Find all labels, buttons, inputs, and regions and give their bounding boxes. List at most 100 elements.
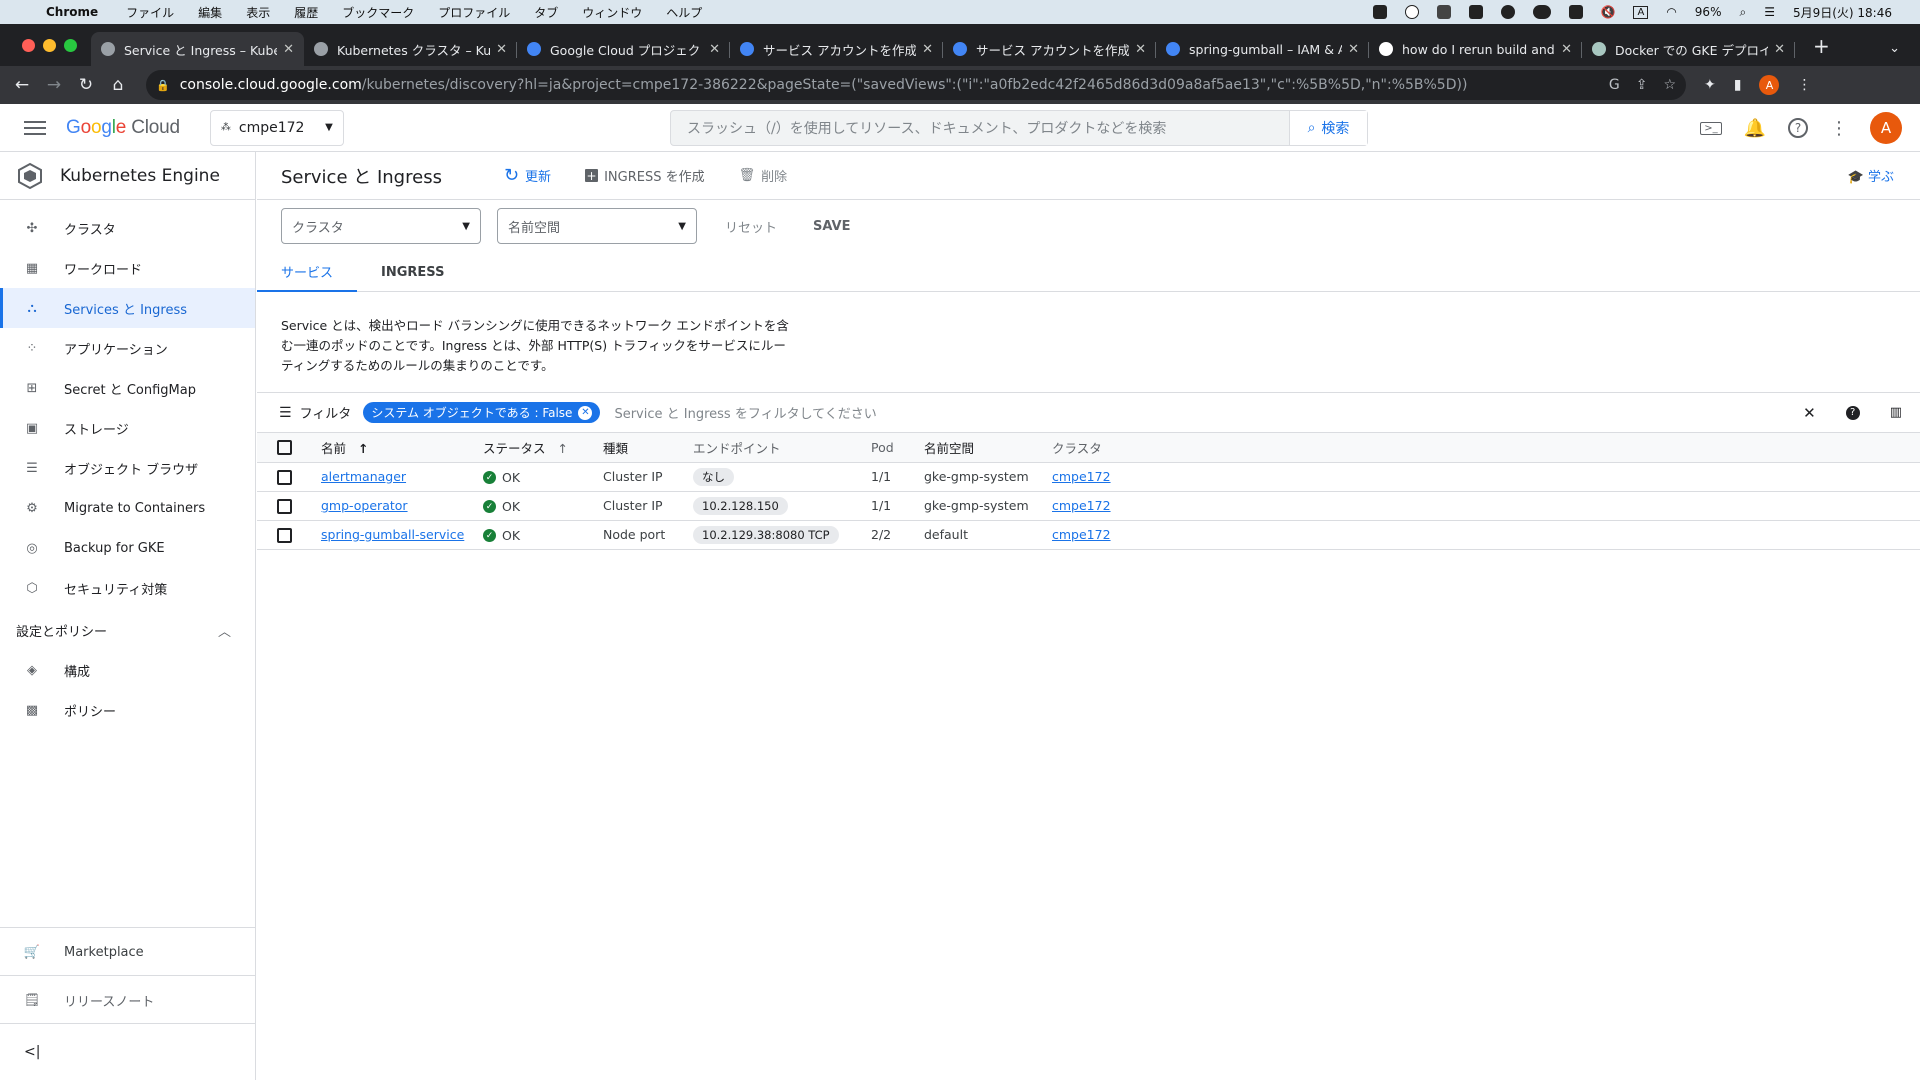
menu-edit[interactable]: 編集 <box>198 4 222 21</box>
back-icon[interactable]: ← <box>6 75 38 95</box>
tab-services[interactable]: サービス <box>257 252 358 292</box>
sidebar-item-marketplace[interactable]: 🛒 Marketplace <box>0 928 256 976</box>
delete-button[interactable]: 🗑 削除 <box>739 166 788 185</box>
profile-avatar[interactable]: A <box>1759 75 1780 95</box>
google-cloud-logo[interactable]: Google Cloud <box>66 117 180 139</box>
home-icon[interactable]: ⌂ <box>102 75 134 95</box>
sidebar-item-config[interactable]: ◈ 構成 <box>0 650 255 690</box>
maximize-window-button[interactable] <box>64 39 77 52</box>
sidebar-item-release-notes[interactable]: 🗒 リリースノート <box>0 976 256 1024</box>
cluster-select[interactable]: クラスタ ▼ <box>281 208 481 244</box>
tab-ingress[interactable]: INGRESS <box>357 252 468 292</box>
learn-button[interactable]: 🎓 学ぶ <box>1848 166 1894 185</box>
hamburger-menu-icon[interactable] <box>24 120 46 135</box>
menu-file[interactable]: ファイル <box>126 4 174 21</box>
help-icon[interactable]: ? <box>1788 118 1808 138</box>
mute-icon[interactable]: 🔇 <box>1601 5 1616 19</box>
close-window-button[interactable] <box>22 39 35 52</box>
browser-tab[interactable]: Service と Ingress – Kuber ✕ <box>91 32 304 66</box>
clear-filter-icon[interactable]: ✕ <box>1803 404 1816 422</box>
search-bar[interactable]: スラッシュ（/）を使用してリソース、ドキュメント、プロダクトなどを検索 ⌕ 検索 <box>670 110 1368 146</box>
collapse-nav-icon[interactable]: <| <box>24 1044 40 1060</box>
menu-bookmarks[interactable]: ブックマーク <box>342 4 414 21</box>
filter-label[interactable]: フィルタ <box>300 403 352 422</box>
table-row[interactable]: spring-gumball-service ✓ OK Node port 10.… <box>257 520 1920 550</box>
sidebar-item-secret[interactable]: ⊞ Secret と ConfigMap <box>0 368 255 408</box>
cloud-shell-icon[interactable]: >_ <box>1700 121 1722 135</box>
menu-help[interactable]: ヘルプ <box>666 4 702 21</box>
address-bar[interactable]: 🔒 console.cloud.google.com /kubernetes/d… <box>146 70 1686 100</box>
bookmark-star-icon[interactable]: ☆ <box>1663 77 1676 93</box>
tab-search-chevron-icon[interactable]: ⌄ <box>1889 41 1900 56</box>
sort-arrow-up-icon[interactable]: ↑ <box>358 441 368 456</box>
close-tab-icon[interactable]: ✕ <box>709 42 720 57</box>
wifi-icon[interactable]: ◠ <box>1666 5 1676 19</box>
menu-window[interactable]: ウィンドウ <box>582 4 642 21</box>
col-header-type[interactable]: 種類 <box>603 441 628 456</box>
browser-tab[interactable]: Docker での GKE デプロイの ✕ <box>1582 32 1795 66</box>
side-panel-icon[interactable]: ▮ <box>1734 77 1742 93</box>
chrome-menu-icon[interactable]: ⋮ <box>1797 77 1811 93</box>
status-d-icon[interactable] <box>1404 5 1419 19</box>
save-button[interactable]: SAVE <box>813 219 850 234</box>
close-tab-icon[interactable]: ✕ <box>283 42 294 57</box>
browser-tab[interactable]: サービス アカウントを作成す ✕ <box>730 32 943 66</box>
table-row[interactable]: gmp-operator ✓ OK Cluster IP 10.2.128.150… <box>257 491 1920 521</box>
share-icon[interactable]: ⇪ <box>1636 77 1648 93</box>
row-checkbox[interactable] <box>277 469 292 485</box>
browser-tab[interactable]: Kubernetes クラスタ – Kub ✕ <box>304 32 517 66</box>
weather-icon[interactable] <box>1436 5 1451 19</box>
sidebar-item-cluster[interactable]: ✣ クラスタ <box>0 208 255 248</box>
forward-icon[interactable]: → <box>38 75 70 95</box>
new-tab-button[interactable]: + <box>1813 34 1830 58</box>
minimize-window-button[interactable] <box>43 39 56 52</box>
close-tab-icon[interactable]: ✕ <box>1561 42 1572 57</box>
cloud-icon[interactable] <box>1532 5 1551 19</box>
project-picker[interactable]: ⁂ cmpe172 ▼ <box>209 109 344 146</box>
col-header-name[interactable]: 名前 <box>321 441 346 456</box>
close-tab-icon[interactable]: ✕ <box>1348 42 1359 57</box>
col-header-cluster[interactable]: クラスタ <box>1052 441 1102 456</box>
menu-tab[interactable]: タブ <box>534 4 558 21</box>
column-display-icon[interactable]: ▥ <box>1890 405 1902 420</box>
endpoint-chip[interactable]: 10.2.128.150 <box>693 497 788 515</box>
reset-button[interactable]: リセット <box>725 217 777 236</box>
filter-chip[interactable]: システム オブジェクトである : False ✕ <box>363 402 601 423</box>
sidebar-item-services[interactable]: ⛬ Services と Ingress <box>0 288 255 328</box>
close-tab-icon[interactable]: ✕ <box>496 42 507 57</box>
sidebar-item-apps[interactable]: ⁘ アプリケーション <box>0 328 255 368</box>
close-tab-icon[interactable]: ✕ <box>1774 42 1785 57</box>
search-spotlight-icon[interactable]: ⌕ <box>1739 5 1746 20</box>
col-header-pods[interactable]: Pod <box>871 440 894 455</box>
clock[interactable]: 5月9日(火) 18:46 <box>1793 4 1892 21</box>
sidebar-item-storage[interactable]: ▣ ストレージ <box>0 408 255 448</box>
col-header-namespace[interactable]: 名前空間 <box>924 441 974 456</box>
sidebar-item-workload[interactable]: ▦ ワークロード <box>0 248 255 288</box>
menu-app-name[interactable]: Chrome <box>46 5 98 19</box>
browser-tab[interactable]: spring-gumball – IAM & Ad ✕ <box>1156 32 1369 66</box>
status-c-icon[interactable] <box>1468 5 1483 19</box>
notifications-bell-icon[interactable]: 🔔 <box>1744 118 1766 139</box>
battery-level[interactable]: 96% <box>1695 5 1722 19</box>
endpoint-chip[interactable]: なし <box>693 467 734 486</box>
status-sync-icon[interactable] <box>1500 5 1515 19</box>
table-row[interactable]: alertmanager ✓ OK Cluster IP なし 1/1 gke-g… <box>257 462 1920 492</box>
menu-view[interactable]: 表示 <box>246 4 270 21</box>
service-name-link[interactable]: spring-gumball-service <box>321 527 464 542</box>
search-input[interactable]: スラッシュ（/）を使用してリソース、ドキュメント、プロダクトなどを検索 <box>671 118 1289 138</box>
sidebar-item-migrate[interactable]: ⚙ Migrate to Containers <box>0 488 255 528</box>
menu-profiles[interactable]: プロファイル <box>438 4 510 21</box>
sidebar-item-object-browser[interactable]: ☰ オブジェクト ブラウザ <box>0 448 255 488</box>
browser-tab[interactable]: Google Cloud プロジェクト ✕ <box>517 32 730 66</box>
grid-icon[interactable] <box>1568 5 1583 19</box>
row-checkbox[interactable] <box>277 498 292 514</box>
input-source-icon[interactable]: A <box>1633 5 1649 19</box>
filter-input[interactable]: Service と Ingress をフィルタしてください <box>614 403 876 422</box>
sidebar-item-security[interactable]: ⬡ セキュリティ対策 <box>0 568 255 608</box>
google-lens-icon[interactable]: G <box>1609 77 1620 93</box>
account-avatar[interactable]: A <box>1870 112 1902 144</box>
filter-list-icon[interactable]: ☰ <box>279 405 292 421</box>
help-icon[interactable]: ? <box>1845 405 1860 420</box>
sidebar-item-policy[interactable]: ▩ ポリシー <box>0 690 255 730</box>
cluster-link[interactable]: cmpe172 <box>1052 527 1111 542</box>
